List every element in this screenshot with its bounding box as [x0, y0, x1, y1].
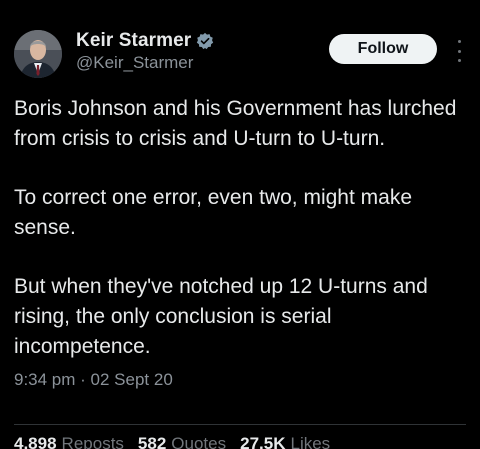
tweet-timestamp[interactable]: 9:34 pm · 02 Sept 20	[14, 370, 468, 394]
divider	[14, 424, 466, 425]
engagement-stats: 4,898 Reposts 582 Quotes 27.5K Likes	[14, 434, 330, 449]
tweet-text: Boris Johnson and his Government has lur…	[14, 94, 468, 362]
display-name[interactable]: Keir Starmer	[76, 30, 191, 52]
avatar[interactable]	[14, 30, 62, 78]
quotes-count: 582	[137, 434, 167, 449]
display-name-row: Keir Starmer	[76, 30, 214, 52]
verified-badge-icon[interactable]	[196, 32, 214, 50]
tweet-paragraph: To correct one error, even two, might ma…	[14, 186, 413, 239]
tweet-header: Keir Starmer @Keir_Starmer Follow	[14, 28, 468, 84]
likes-count: 27.5K	[240, 434, 286, 449]
quotes-stat[interactable]: 582 Quotes	[138, 434, 226, 449]
follow-button[interactable]: Follow	[329, 34, 437, 64]
reposts-label: Reposts	[61, 434, 124, 449]
tweet-paragraph: Boris Johnson and his Government has lur…	[14, 97, 457, 150]
reposts-stat[interactable]: 4,898 Reposts	[14, 434, 124, 449]
quotes-label: Quotes	[171, 434, 227, 449]
tweet-card: Keir Starmer @Keir_Starmer Follow Boris …	[0, 0, 480, 449]
more-options-icon[interactable]	[453, 40, 465, 62]
author-handle[interactable]: @Keir_Starmer	[76, 53, 214, 73]
likes-stat[interactable]: 27.5K Likes	[240, 434, 330, 449]
reposts-count: 4,898	[14, 434, 57, 449]
tweet-paragraph: But when they've notched up 12 U-turns a…	[14, 275, 428, 358]
likes-label: Likes	[290, 434, 331, 449]
author-names: Keir Starmer @Keir_Starmer	[76, 30, 214, 73]
